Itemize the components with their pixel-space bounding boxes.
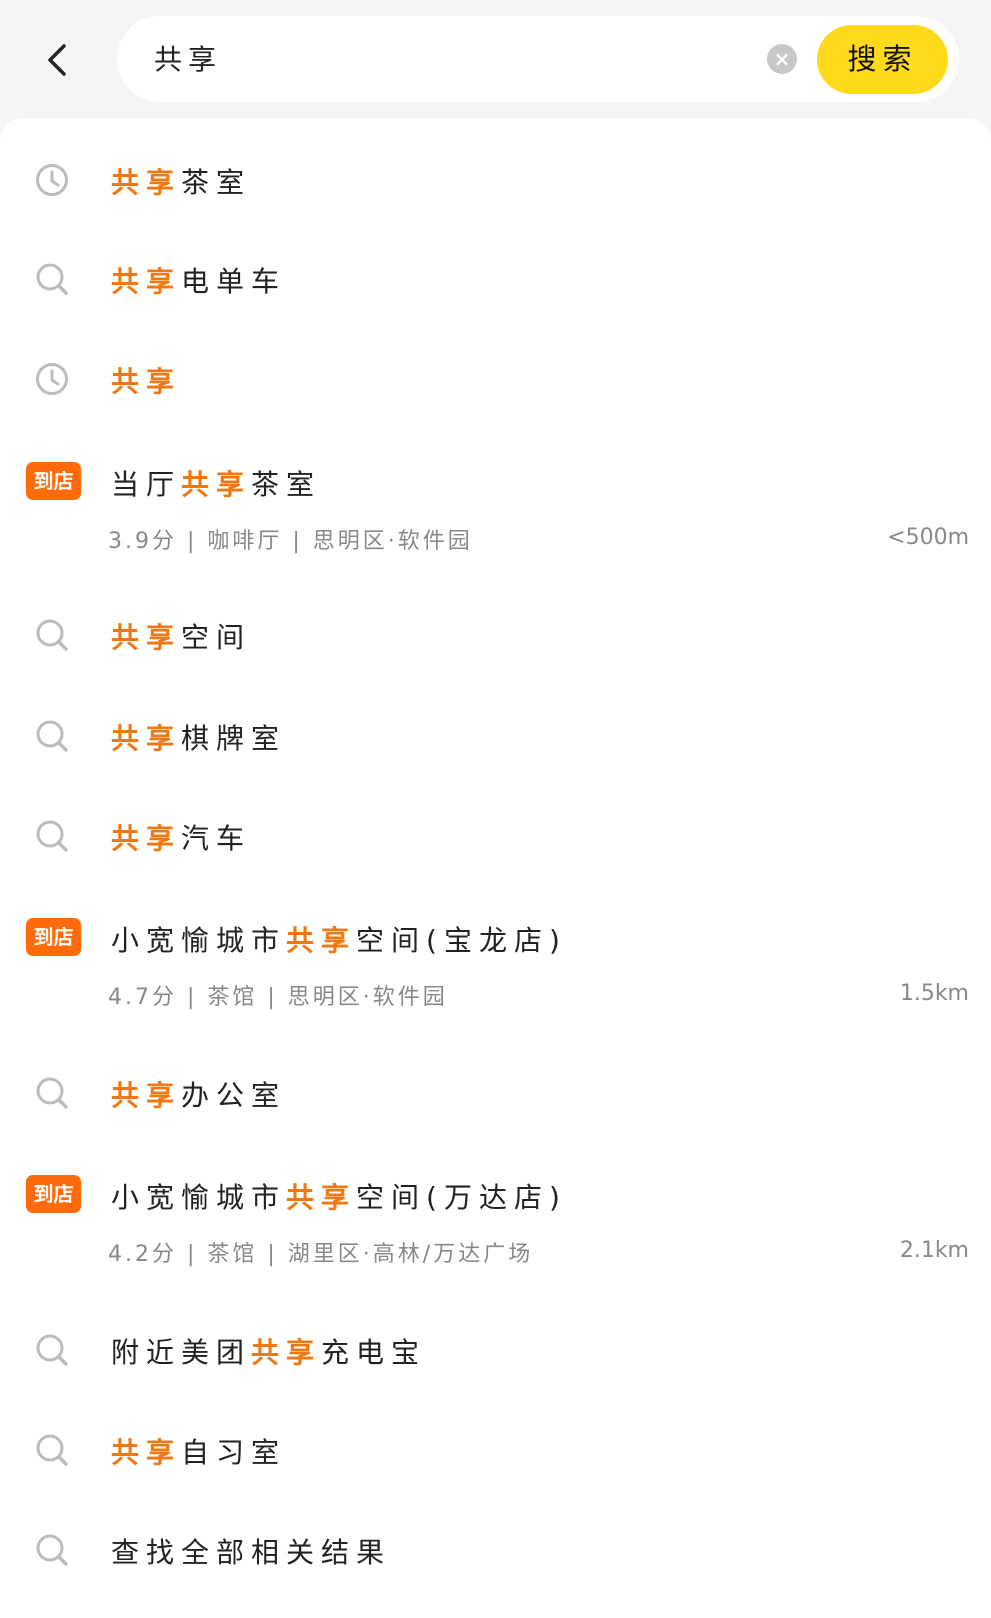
search-icon xyxy=(35,1433,69,1467)
clock-icon xyxy=(35,362,69,396)
store-meta: 4.2分 | 茶馆 | 湖里区·高林/万达广场 xyxy=(108,1242,534,1267)
store-distance: <500m xyxy=(887,525,969,550)
search-query-text[interactable]: 共享 xyxy=(154,38,222,78)
search-icon xyxy=(35,719,69,753)
highlighted-keyword: 共享 xyxy=(111,365,182,398)
clock-icon xyxy=(35,163,69,197)
suggestion-item[interactable]: 共享茶室 xyxy=(0,140,991,220)
suggestion-title: 共享茶室 xyxy=(111,161,251,201)
search-icon xyxy=(35,1533,69,1567)
highlighted-keyword: 共享 xyxy=(111,722,182,755)
search-icon xyxy=(35,1333,69,1367)
title-text: 茶室 xyxy=(181,166,252,199)
highlighted-keyword: 共享 xyxy=(111,166,182,199)
title-text: 当厅 xyxy=(111,468,182,501)
suggestion-title: 当厅共享茶室 xyxy=(111,463,321,503)
title-text: 茶室 xyxy=(251,468,322,501)
clear-circle-icon[interactable]: × xyxy=(767,44,797,74)
search-icon xyxy=(35,262,69,296)
store-badge: 到店 xyxy=(26,462,81,500)
suggestion-item[interactable]: 共享棋牌室 xyxy=(0,696,991,776)
title-text: 充电宝 xyxy=(321,1336,427,1369)
back-button[interactable] xyxy=(40,40,76,80)
store-meta: 3.9分 | 咖啡厅 | 思明区·软件园 xyxy=(108,529,473,554)
suggestion-title: 共享自习室 xyxy=(111,1431,286,1471)
store-distance: 2.1km xyxy=(899,1238,969,1263)
suggestion-item[interactable]: 共享 xyxy=(0,339,991,419)
suggestion-item[interactable]: 到店 当厅共享茶室 3.9分 | 咖啡厅 | 思明区·软件园 <500m xyxy=(0,442,991,582)
highlighted-keyword: 共享 xyxy=(111,1079,182,1112)
suggestion-title: 共享 xyxy=(111,360,181,400)
highlighted-keyword: 共享 xyxy=(111,822,182,855)
store-meta: 4.7分 | 茶馆 | 思明区·软件园 xyxy=(108,985,448,1010)
title-text: 附近美团 xyxy=(111,1336,252,1369)
title-text: 小宽愉城市 xyxy=(111,924,287,957)
suggestion-title: 共享棋牌室 xyxy=(111,717,286,757)
store-distance: 1.5km xyxy=(899,981,969,1006)
title-text: 小宽愉城市 xyxy=(111,1181,287,1214)
suggestion-title: 附近美团共享充电宝 xyxy=(111,1331,426,1371)
suggestion-item[interactable]: 附近美团共享充电宝 xyxy=(0,1310,991,1390)
title-text: 空间(宝龙店) xyxy=(356,924,567,957)
title-text: 汽车 xyxy=(181,822,252,855)
suggestion-title: 查找全部相关结果 xyxy=(111,1531,391,1571)
store-badge: 到店 xyxy=(26,1175,81,1213)
chevron-left-icon xyxy=(48,44,66,76)
store-badge: 到店 xyxy=(26,918,81,956)
title-text: 自习室 xyxy=(181,1436,287,1469)
suggestion-title: 小宽愉城市共享空间(万达店) xyxy=(111,1176,567,1216)
suggestion-title: 共享汽车 xyxy=(111,817,251,857)
suggestion-item[interactable]: 共享自习室 xyxy=(0,1410,991,1490)
highlighted-keyword: 共享 xyxy=(286,924,357,957)
title-text: 棋牌室 xyxy=(181,722,287,755)
highlighted-keyword: 共享 xyxy=(111,621,182,654)
suggestion-item[interactable]: 共享空间 xyxy=(0,595,991,675)
highlighted-keyword: 共享 xyxy=(181,468,252,501)
suggestion-item[interactable]: 共享电单车 xyxy=(0,239,991,319)
suggestion-item[interactable]: 共享办公室 xyxy=(0,1053,991,1133)
suggestion-item[interactable]: 共享汽车 xyxy=(0,796,991,876)
search-icon xyxy=(35,1076,69,1110)
suggestion-title: 共享电单车 xyxy=(111,260,286,300)
search-button[interactable]: 搜索 xyxy=(817,25,948,94)
highlighted-keyword: 共享 xyxy=(251,1336,322,1369)
highlighted-keyword: 共享 xyxy=(111,1436,182,1469)
highlighted-keyword: 共享 xyxy=(111,265,182,298)
title-text: 查找全部相关结果 xyxy=(111,1536,392,1569)
highlighted-keyword: 共享 xyxy=(286,1181,357,1214)
search-icon xyxy=(35,618,69,652)
search-icon xyxy=(35,819,69,853)
title-text: 电单车 xyxy=(181,265,287,298)
title-text: 空间 xyxy=(181,621,252,654)
suggestion-item[interactable]: 到店 小宽愉城市共享空间(万达店) 4.2分 | 茶馆 | 湖里区·高林/万达广场 2… xyxy=(0,1155,991,1295)
suggestion-title: 小宽愉城市共享空间(宝龙店) xyxy=(111,919,567,959)
suggestion-title: 共享空间 xyxy=(111,616,251,656)
suggestion-title: 共享办公室 xyxy=(111,1074,286,1114)
title-text: 办公室 xyxy=(181,1079,287,1112)
suggestion-item[interactable]: 到店 小宽愉城市共享空间(宝龙店) 4.7分 | 茶馆 | 思明区·软件园 1.5km xyxy=(0,898,991,1038)
suggestion-item[interactable]: 查找全部相关结果 xyxy=(0,1510,991,1590)
title-text: 空间(万达店) xyxy=(356,1181,567,1214)
